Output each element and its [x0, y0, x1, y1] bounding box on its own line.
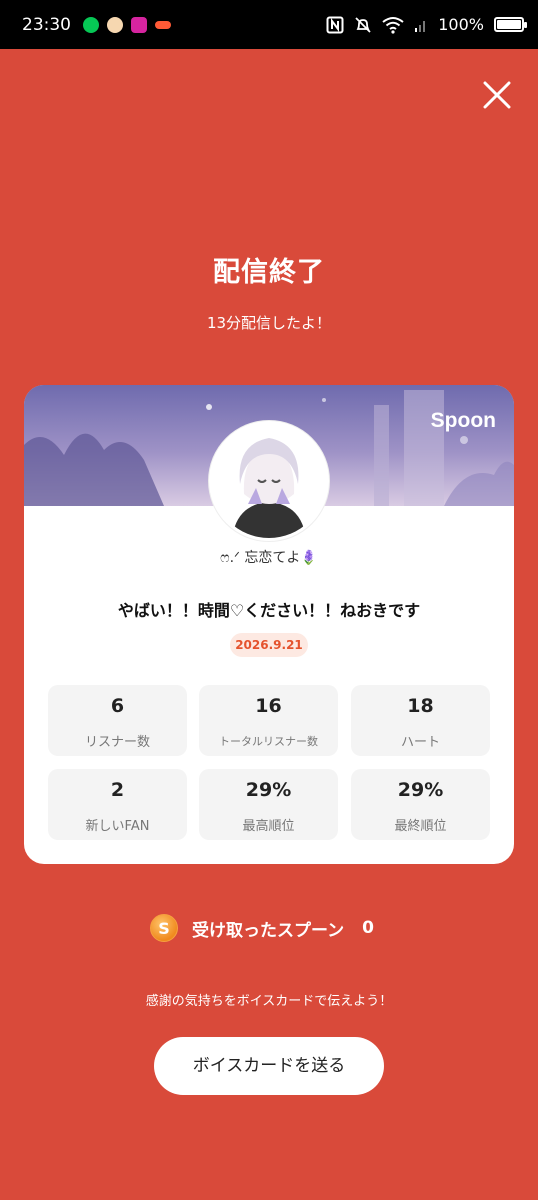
signal-icon: [415, 20, 426, 32]
close-button[interactable]: [480, 78, 514, 112]
avatar[interactable]: [209, 421, 329, 541]
status-left: 23:30: [22, 15, 171, 35]
bell-off-icon: [355, 16, 371, 33]
stat-new-fans: 2 新しいFAN: [48, 769, 187, 840]
stat-label: 新しいFAN: [85, 819, 150, 834]
stat-label: ハート: [400, 735, 440, 750]
stat-listeners: 6 リスナー数: [48, 685, 187, 756]
send-voice-card-button[interactable]: ボイスカードを送る: [154, 1037, 384, 1095]
stat-value: 18: [407, 695, 434, 717]
summary-card: Spoon ෆ.ᐟ 忘恋てよ🪻 やばい！！時間♡ください！！ねおきです 2026…: [24, 385, 514, 864]
battery-icon: [494, 17, 527, 32]
stat-value: 16: [255, 695, 282, 717]
date-badge: 2026.9.21: [230, 633, 308, 657]
username: ෆ.ᐟ 忘恋てよ🪻: [220, 550, 318, 566]
stat-label: 最高順位: [242, 819, 295, 834]
wifi-icon: [382, 16, 404, 34]
stat-value: 29%: [397, 779, 444, 801]
received-spoons: S 受け取ったスプーン 0: [150, 913, 374, 943]
status-time: 23:30: [22, 14, 71, 35]
stat-value: 29%: [245, 779, 292, 801]
page-title: 配信終了: [213, 257, 325, 288]
status-bar: 23:30 100%: [0, 0, 538, 49]
thanks-text: 感謝の気持ちをボイスカードで伝えよう！: [145, 994, 393, 1009]
stat-value: 6: [110, 695, 125, 717]
page-subtitle: 13分配信したよ！: [206, 314, 332, 332]
close-icon: [483, 81, 511, 109]
stat-label: 最終順位: [394, 819, 447, 834]
stat-total-listeners: 16 トータルリスナー数: [199, 685, 338, 756]
line-icon: [83, 16, 99, 33]
stat-final-rank: 29% 最終順位: [351, 769, 490, 840]
spoon-logo: Spoon: [430, 409, 496, 432]
nfc-icon: [326, 16, 344, 33]
spoon-app-icon: [155, 20, 171, 29]
stat-label: トータルリスナー数: [219, 735, 318, 748]
received-count: 0: [362, 918, 374, 938]
spoon-coin-icon: S: [150, 914, 178, 942]
received-label: 受け取ったスプーン: [192, 920, 345, 941]
status-right: 100%: [326, 15, 527, 34]
instagram-icon: [131, 16, 147, 33]
avatar-app-icon: [107, 16, 123, 33]
stat-hearts: 18 ハート: [351, 685, 490, 756]
battery-percent: 100%: [438, 15, 484, 34]
stat-label: リスナー数: [84, 735, 150, 750]
live-title: やばい！！時間♡ください！！ねおきです: [117, 601, 421, 620]
stat-value: 2: [110, 779, 125, 801]
stat-highest-rank: 29% 最高順位: [199, 769, 338, 840]
